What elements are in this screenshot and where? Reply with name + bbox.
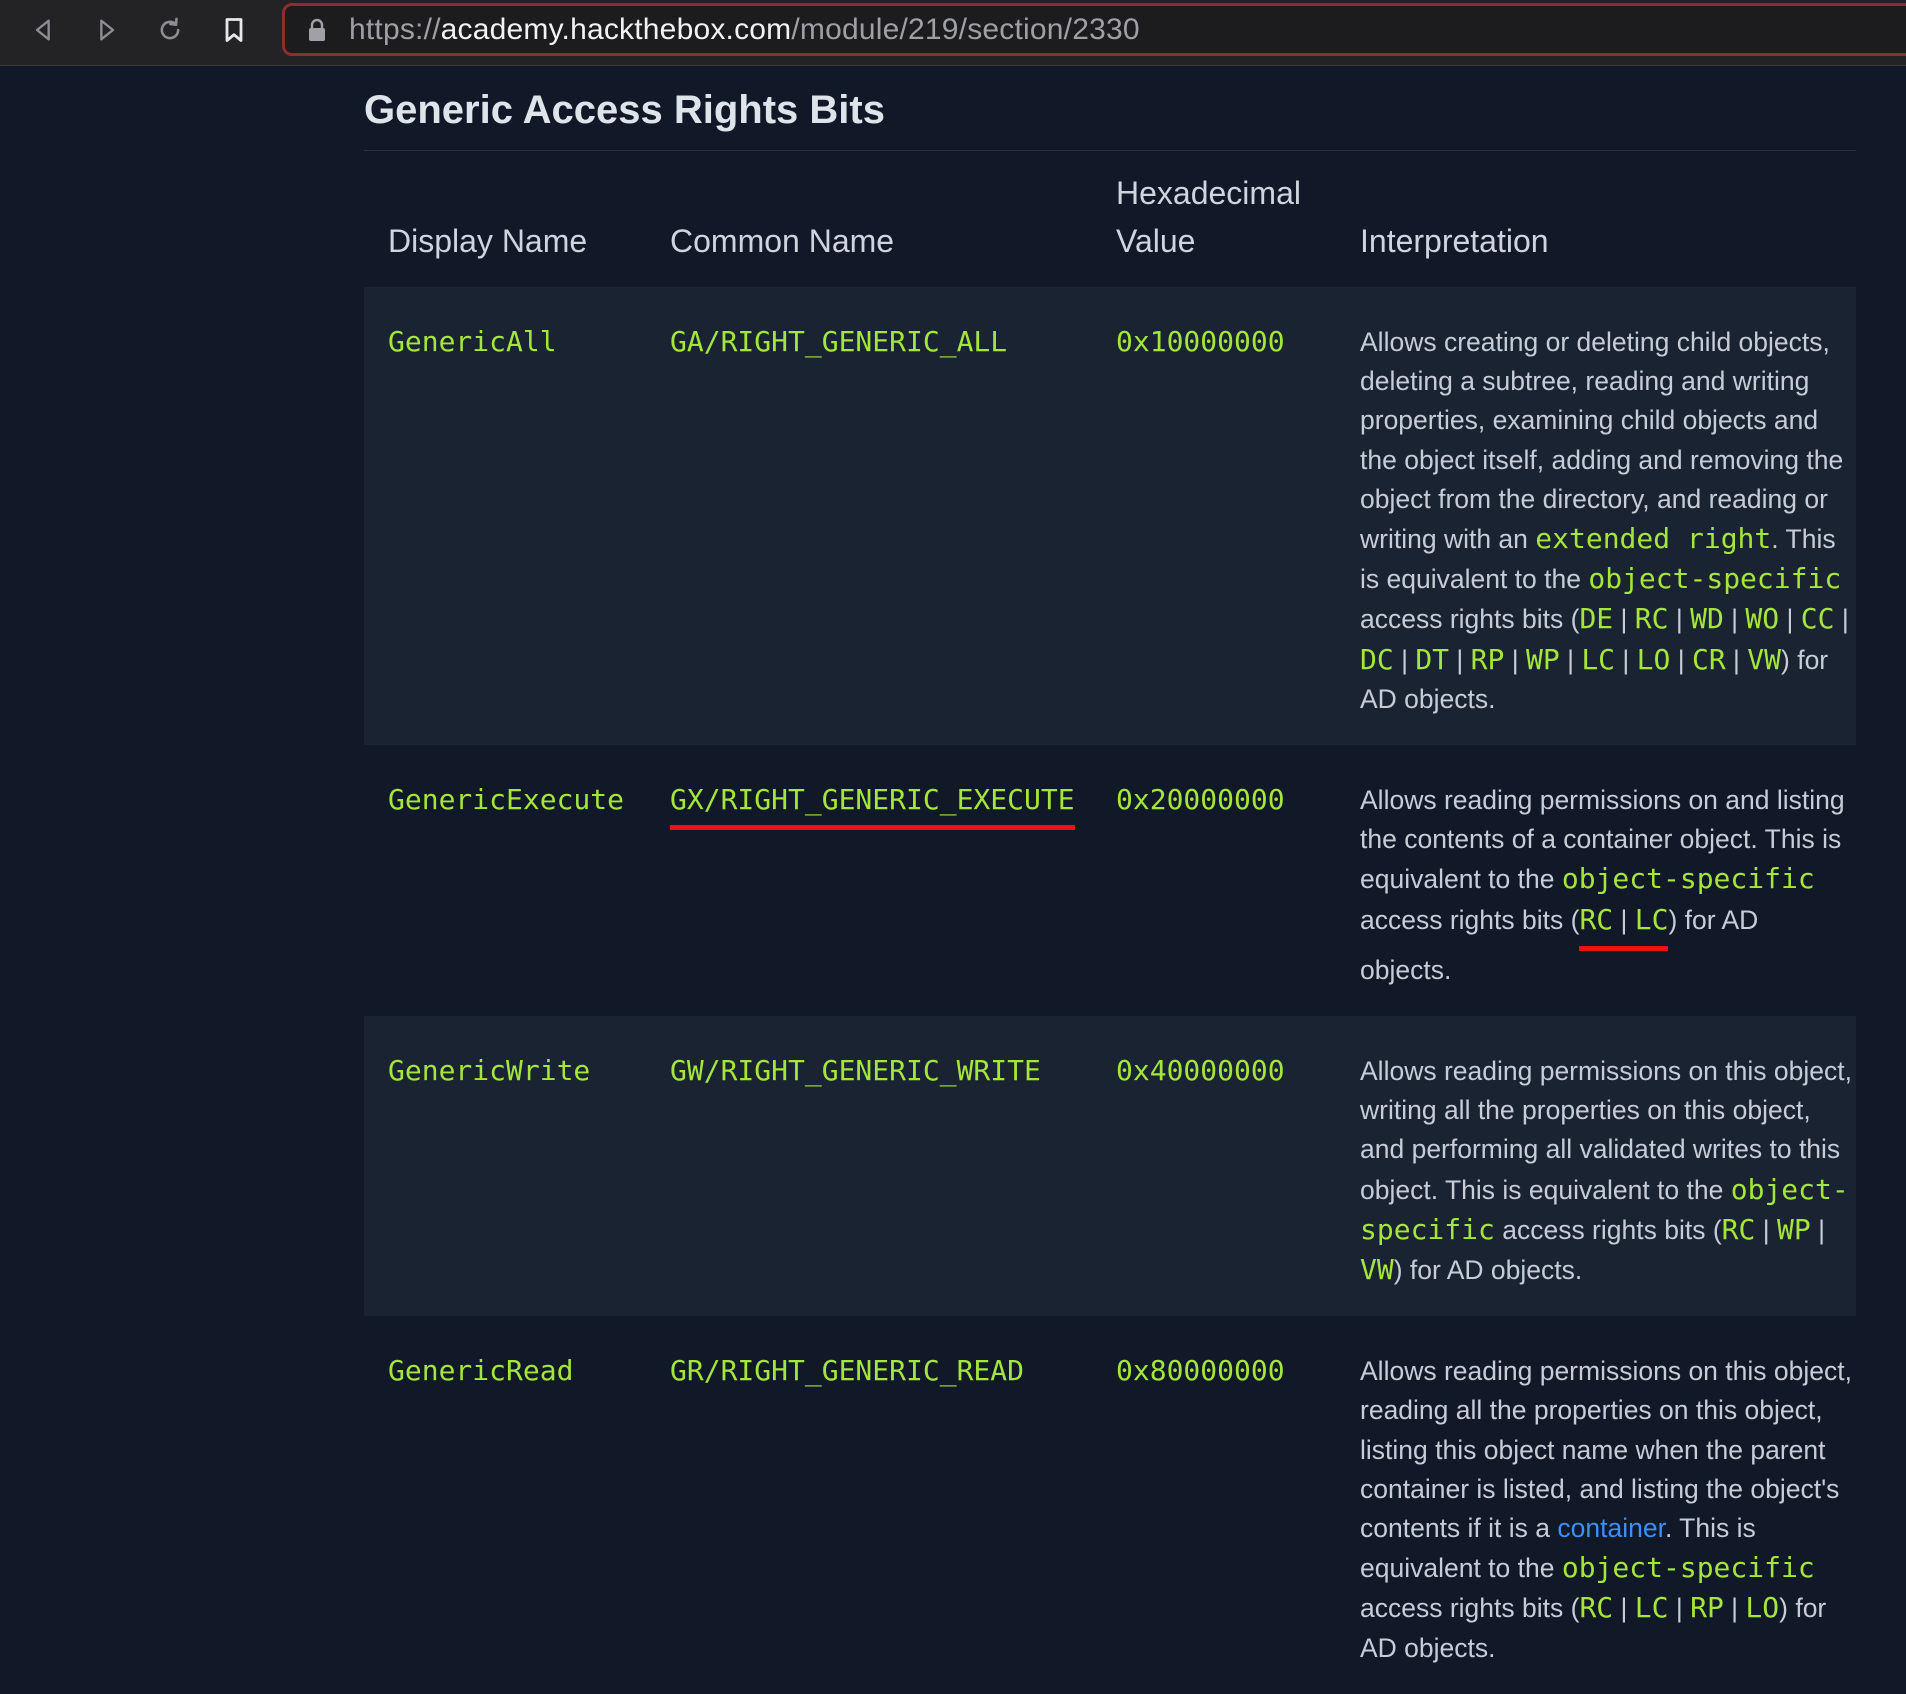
bit-code: RC	[1721, 1212, 1756, 1246]
bit-separator: |	[1723, 604, 1746, 635]
bit-code: RC	[1579, 902, 1614, 936]
cell-display-name: GenericWrite	[364, 1016, 646, 1317]
header-hex-value: Hexadecimal Value	[1092, 169, 1336, 287]
header-interpretation: Interpretation	[1360, 223, 1549, 259]
browser-toolbar: https://academy.hackthebox.com/module/21…	[0, 0, 1906, 66]
bit-separator: |	[1755, 1214, 1777, 1245]
highlighted-bits: RC | LC	[1579, 900, 1669, 951]
back-arrow-icon	[35, 19, 50, 41]
bit-code: LO	[1636, 642, 1671, 676]
bit-separator: |	[1613, 1593, 1635, 1624]
interp-code: object-specific	[1561, 862, 1815, 896]
title-divider	[364, 150, 1856, 151]
interp-text: ) for AD objects.	[1393, 1255, 1583, 1286]
bit-code: RC	[1579, 1591, 1614, 1625]
header-hex-line2: Value	[1116, 223, 1196, 259]
forward-arrow-icon	[100, 19, 115, 41]
bit-separator: |	[1393, 644, 1416, 675]
bit-code: WP	[1525, 642, 1560, 676]
bit-code: RP	[1690, 1591, 1724, 1625]
bit-separator: |	[1559, 644, 1582, 675]
bit-code: DT	[1415, 642, 1450, 676]
bit-separator: |	[1504, 644, 1526, 675]
cell-interpretation: Allows reading permissions on this objec…	[1336, 1316, 1856, 1694]
bit-code: CR	[1691, 642, 1726, 676]
bit-code: VW	[1747, 642, 1782, 676]
interp-code: extended right	[1535, 522, 1772, 556]
bit-separator: |	[1449, 644, 1471, 675]
cell-common-name: GR/RIGHT_GENERIC_READ	[670, 1354, 1025, 1388]
bit-code: CC	[1800, 602, 1835, 636]
cell-display-name: GenericExecute	[388, 783, 625, 817]
bit-code: RC	[1634, 602, 1669, 636]
cell-interpretation: Allows reading permissions on this objec…	[1336, 1016, 1856, 1317]
container-link[interactable]: container	[1557, 1513, 1665, 1543]
bit-separator: |	[1779, 604, 1801, 635]
bit-code: WP	[1776, 1212, 1811, 1246]
reload-icon	[160, 17, 180, 40]
bit-code: WO	[1745, 602, 1780, 636]
bit-code: WD	[1690, 602, 1724, 636]
bit-separator: |	[1615, 644, 1637, 675]
header-display-name: Display Name	[388, 223, 588, 259]
table-row: GenericAll GA/RIGHT_GENERIC_ALL 0x100000…	[364, 287, 1856, 746]
bit-code: LC	[1581, 642, 1616, 676]
url-scheme: https://	[349, 12, 441, 46]
bit-separator: |	[1613, 904, 1635, 935]
table-row: GenericWrite GW/RIGHT_GENERIC_WRITE 0x40…	[364, 1016, 1856, 1317]
cell-display-name: GenericRead	[388, 1354, 574, 1388]
highlighted-common-name: GX/RIGHT_GENERIC_EXECUTE	[670, 781, 1075, 831]
bit-code: DC	[1360, 642, 1394, 676]
cell-common-name: GX/RIGHT_GENERIC_EXECUTE	[646, 745, 1092, 1016]
interp-text: access rights bits (	[1360, 904, 1580, 935]
page-title: Generic Access Rights Bits	[364, 88, 885, 132]
bookmark-button[interactable]	[214, 10, 254, 50]
bit-code: RP	[1470, 642, 1505, 676]
bit-separator: |	[1668, 1593, 1691, 1624]
header-hex-line1: Hexadecimal	[1116, 175, 1301, 211]
bit-separator: |	[1834, 604, 1849, 635]
back-button[interactable]	[24, 10, 64, 50]
reload-button[interactable]	[150, 10, 190, 50]
bookmark-icon	[225, 18, 243, 42]
address-bar[interactable]: https://academy.hackthebox.com/module/21…	[282, 3, 1906, 56]
lock-icon	[309, 18, 325, 41]
interp-text: access rights bits (	[1360, 1593, 1580, 1624]
table-row: GenericRead GR/RIGHT_GENERIC_READ 0x8000…	[364, 1316, 1856, 1694]
url-path: /module/219/section/2330	[791, 12, 1140, 46]
bit-separator: |	[1670, 644, 1692, 675]
access-rights-table: Display Name Common Name Hexadecimal Valu…	[364, 169, 1856, 1694]
interp-text: Allows creating or deleting child object…	[1360, 327, 1844, 555]
cell-hex-value: 0x10000000	[1092, 287, 1336, 746]
table-row: GenericExecute GX/RIGHT_GENERIC_EXECUTE …	[364, 745, 1856, 1016]
interp-text: access rights bits (	[1360, 604, 1580, 635]
interp-text: access rights bits (	[1494, 1214, 1722, 1245]
table-header-row: Display Name Common Name Hexadecimal Valu…	[364, 169, 1856, 287]
forward-button[interactable]	[86, 10, 126, 50]
cell-hex-value: 0x40000000	[1092, 1016, 1336, 1317]
interp-code: object-specific	[1588, 562, 1842, 596]
bit-separator: |	[1723, 1593, 1746, 1624]
bit-separator: |	[1613, 604, 1635, 635]
cell-hex-value: 0x80000000	[1116, 1354, 1285, 1388]
bit-code: DE	[1579, 602, 1614, 636]
cell-interpretation: Allows creating or deleting child object…	[1336, 287, 1856, 746]
bit-code: LO	[1745, 1591, 1780, 1625]
bit-code: VW	[1360, 1253, 1394, 1287]
url-text: https://academy.hackthebox.com/module/21…	[349, 13, 1140, 47]
bit-code: LC	[1634, 1591, 1669, 1625]
cell-display-name: GenericAll	[364, 287, 646, 746]
cell-hex-value: 0x20000000	[1116, 783, 1285, 817]
url-host: academy.hackthebox.com	[440, 12, 792, 46]
interp-code: object-specific	[1561, 1551, 1815, 1585]
header-common-name: Common Name	[670, 223, 895, 259]
bit-separator: |	[1725, 644, 1748, 675]
bit-separator: |	[1810, 1214, 1825, 1245]
bit-code: LC	[1634, 902, 1669, 936]
bit-separator: |	[1668, 604, 1691, 635]
main-content: Generic Access Rights Bits Display Name …	[364, 66, 1856, 1694]
cell-common-name: GW/RIGHT_GENERIC_WRITE	[646, 1016, 1092, 1317]
cell-interpretation: Allows reading permissions on and listin…	[1336, 745, 1856, 1016]
cell-common-name: GA/RIGHT_GENERIC_ALL	[646, 287, 1092, 746]
